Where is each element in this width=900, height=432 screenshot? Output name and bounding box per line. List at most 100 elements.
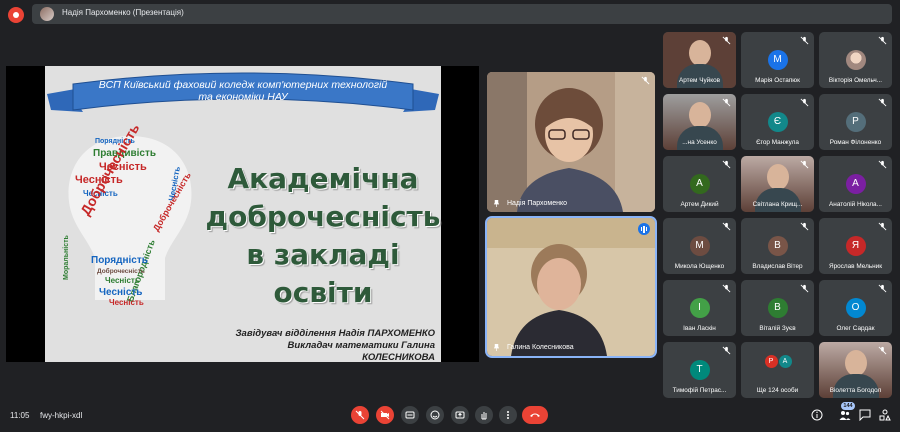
mic-off-button[interactable] xyxy=(351,406,369,424)
mic-off-icon xyxy=(878,222,887,231)
participant-tile[interactable]: І Іван Ласкін xyxy=(663,280,736,336)
hang-up-icon xyxy=(530,413,540,417)
activities-icon[interactable] xyxy=(879,409,891,421)
tile-name: Артем Чуйков xyxy=(678,77,721,84)
tile-name: ...на Усенко xyxy=(682,139,717,146)
video-tile-presenter[interactable]: Надія Пархоменко xyxy=(487,72,655,212)
emoji-button[interactable] xyxy=(426,406,444,424)
participant-face xyxy=(845,350,867,376)
presenter-video xyxy=(487,72,655,212)
participant-tile[interactable]: Р А Ще 124 особи xyxy=(741,342,814,398)
participant-body xyxy=(755,188,801,212)
mic-off-icon xyxy=(800,222,809,231)
camera-off-button[interactable] xyxy=(376,406,394,424)
mic-off-icon xyxy=(722,346,731,355)
mic-off-icon xyxy=(800,160,809,169)
avatar: М xyxy=(767,50,788,70)
participant-tile[interactable]: Є Єгор Манжула xyxy=(741,94,814,150)
presenter-avatar xyxy=(40,7,54,21)
avatar: А xyxy=(689,174,710,194)
mic-off-icon xyxy=(800,98,809,107)
presentation-indicator[interactable]: Надія Пархоменко (Презентація) xyxy=(32,4,892,24)
speaker-video xyxy=(487,218,655,356)
leave-call-button[interactable] xyxy=(522,406,548,424)
avatar: Р xyxy=(764,355,778,368)
participant-tile[interactable]: ...на Усенко xyxy=(663,94,736,150)
participant-count-badge: 144 xyxy=(841,402,855,410)
speaking-indicator xyxy=(638,223,650,235)
emoji-icon xyxy=(430,410,440,420)
slide-footer-line2: Викладач математики Галина КОЛЕСНИКОВА xyxy=(287,340,435,363)
bottom-bar: 11:05 fwy-hkpi-xdl xyxy=(0,400,900,432)
cloud-word: Моральність xyxy=(63,235,70,280)
tile-name: Тимофій Петрас... xyxy=(672,387,727,394)
more-vert-icon xyxy=(507,411,509,419)
tile-name: Віолетта Богодол xyxy=(829,387,882,394)
slide-title: Академічна доброчесність в закладі освіт… xyxy=(205,160,441,312)
participant-body xyxy=(677,64,723,88)
mic-off-icon xyxy=(722,222,731,231)
tile-name: Надія Пархоменко xyxy=(507,200,567,207)
banner-line1: ВСП Київський фаховий коледж комп'ютерни… xyxy=(99,79,388,91)
banner-line2: та економіки НАУ xyxy=(198,91,289,103)
tile-name: Микола Ющенко xyxy=(674,263,725,270)
avatar: О xyxy=(845,298,866,318)
participant-tile[interactable]: А Анатолій Нікола... xyxy=(819,156,892,212)
participant-tile[interactable]: Р Роман Філоненко xyxy=(819,94,892,150)
chat-icon[interactable] xyxy=(859,409,871,421)
participant-tile[interactable]: М Марія Остапюк xyxy=(741,32,814,88)
hand-icon xyxy=(481,412,487,420)
participant-tile[interactable]: Т Тимофій Петрас... xyxy=(663,342,736,398)
mic-off-icon xyxy=(722,98,731,107)
mic-off-icon xyxy=(722,284,731,293)
participant-tile[interactable]: Я Ярослав Мельник xyxy=(819,218,892,274)
slide-title-line1: Академічна xyxy=(227,162,419,195)
participant-face xyxy=(689,102,711,128)
raise-hand-button[interactable] xyxy=(475,406,493,424)
mic-off-icon xyxy=(878,98,887,107)
participant-tile[interactable]: М Микола Ющенко xyxy=(663,218,736,274)
mic-off-icon xyxy=(722,36,731,45)
tile-name: Роман Філоненко xyxy=(829,139,882,146)
participant-tile[interactable]: О Олег Сардак xyxy=(819,280,892,336)
participant-tile[interactable]: Артем Чуйков xyxy=(663,32,736,88)
present-button[interactable] xyxy=(451,406,469,424)
tile-name: Олег Сардак xyxy=(836,325,875,332)
participant-tile[interactable]: Вікторія Омельч... xyxy=(819,32,892,88)
slide-title-line3: в закладі освіти xyxy=(246,238,400,309)
participant-tile[interactable]: А Артем Дикий xyxy=(663,156,736,212)
more-options-button[interactable] xyxy=(499,406,517,424)
slide: ВСП Київський фаховий коледж комп'ютерни… xyxy=(45,66,441,364)
mic-off-icon xyxy=(878,160,887,169)
mic-off-icon xyxy=(800,284,809,293)
people-icon[interactable] xyxy=(839,409,851,421)
avatar: В xyxy=(767,298,788,318)
tile-name: Вікторія Омельч... xyxy=(828,77,883,84)
tile-name: Владислав Вітер xyxy=(752,263,803,270)
avatar: Є xyxy=(767,112,788,132)
participant-face xyxy=(767,164,789,190)
cloud-word: Чесність xyxy=(99,287,143,298)
mic-off-icon xyxy=(878,346,887,355)
tile-name: Артем Дикий xyxy=(680,201,719,208)
participant-tile[interactable]: Світлана Крищ... xyxy=(741,156,814,212)
video-tile-speaker[interactable]: Галина Колесникова xyxy=(487,218,655,356)
present-icon xyxy=(455,411,465,419)
mic-off-icon xyxy=(722,160,731,169)
avatar: Т xyxy=(689,360,710,380)
tile-name: Марія Остапюк xyxy=(755,77,800,84)
slide-title-line2: доброчесність xyxy=(205,200,441,233)
top-bar: Надія Пархоменко (Презентація) xyxy=(0,0,900,30)
meeting-code: fwy-hkpi-xdl xyxy=(40,411,83,420)
info-icon[interactable] xyxy=(811,409,823,421)
participant-tile[interactable]: В Віталій Зуєв xyxy=(741,280,814,336)
participant-tile[interactable]: Віолетта Богодол xyxy=(819,342,892,398)
slide-banner: ВСП Київський фаховий коледж комп'ютерни… xyxy=(47,72,439,112)
pin-icon[interactable] xyxy=(493,200,500,207)
pin-icon[interactable] xyxy=(493,344,500,351)
avatar: А xyxy=(845,174,866,194)
participant-tile[interactable]: В Владислав Вітер xyxy=(741,218,814,274)
cloud-word: Чесність xyxy=(105,276,140,285)
slide-footer: Завідувач відділення Надія ПАРХОМЕНКО Ви… xyxy=(215,328,435,364)
captions-button[interactable] xyxy=(401,406,419,424)
